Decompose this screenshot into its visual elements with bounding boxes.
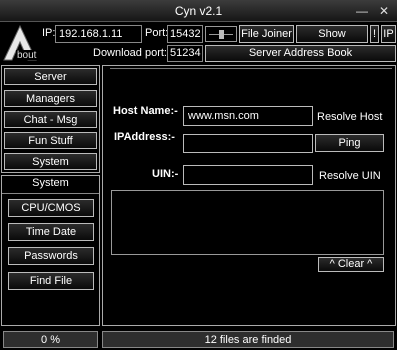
download-port-label: Download port: <box>93 47 167 59</box>
download-port-input[interactable]: 51234 <box>167 45 203 62</box>
clear-button[interactable]: ^ Clear ^ <box>318 257 384 272</box>
progress-status: 0 % <box>3 331 98 348</box>
show-transfer-button[interactable]: Show Transfer <box>296 25 368 56</box>
sidebar-item-server[interactable]: Server <box>4 68 97 85</box>
host-name-input[interactable]: www.msn.com <box>183 106 313 126</box>
host-name-label: Host Name:- <box>113 105 178 117</box>
port-label: Port: <box>145 27 169 39</box>
alert-button[interactable]: ! <box>370 25 379 43</box>
cpu-cmos-button[interactable]: CPU/CMOS <box>8 199 94 217</box>
find-file-button[interactable]: Find File <box>8 272 94 290</box>
output-textarea[interactable] <box>111 190 384 255</box>
window-title: Cyn v2.1 <box>174 4 223 18</box>
port-input[interactable]: 15432 <box>167 25 203 43</box>
system-section-title: System <box>32 177 69 189</box>
close-button[interactable]: ✕ <box>377 4 391 18</box>
time-date-button[interactable]: Time Date <box>8 223 94 241</box>
sidebar-item-managers[interactable]: Managers <box>4 90 97 107</box>
main-divider <box>110 68 392 69</box>
sidebar-item-chat-msg[interactable]: Chat - Msg <box>4 111 97 128</box>
status-message: 12 files are finded <box>102 331 394 348</box>
ip-label: IP: <box>42 27 56 39</box>
uin-label: UIN:- <box>152 168 179 180</box>
slider-thumb[interactable] <box>219 30 224 39</box>
about-text: bout <box>17 50 37 61</box>
minimize-button[interactable]: — <box>355 4 369 18</box>
ip-input[interactable]: 192.168.1.11 <box>55 25 142 43</box>
sidebar-item-system[interactable]: System <box>4 153 97 170</box>
ip-address-label: IPAddress:- <box>114 131 175 143</box>
server-address-book-button[interactable]: Server Address Book <box>205 45 396 62</box>
uin-input[interactable] <box>183 165 313 185</box>
sidebar-item-fun-stuff[interactable]: Fun Stuff <box>4 132 97 149</box>
file-joiner-button[interactable]: File Joiner <box>239 25 294 43</box>
section-divider <box>2 193 99 194</box>
resolve-host-button[interactable]: Resolve Host <box>317 111 382 123</box>
ip-address-input[interactable] <box>183 134 313 153</box>
resolve-uin-button[interactable]: Resolve UIN <box>319 170 381 182</box>
ip-button[interactable]: IP <box>381 25 396 43</box>
ping-button[interactable]: Ping <box>315 134 384 152</box>
passwords-button[interactable]: Passwords <box>8 247 94 265</box>
port-slider[interactable] <box>205 26 237 42</box>
